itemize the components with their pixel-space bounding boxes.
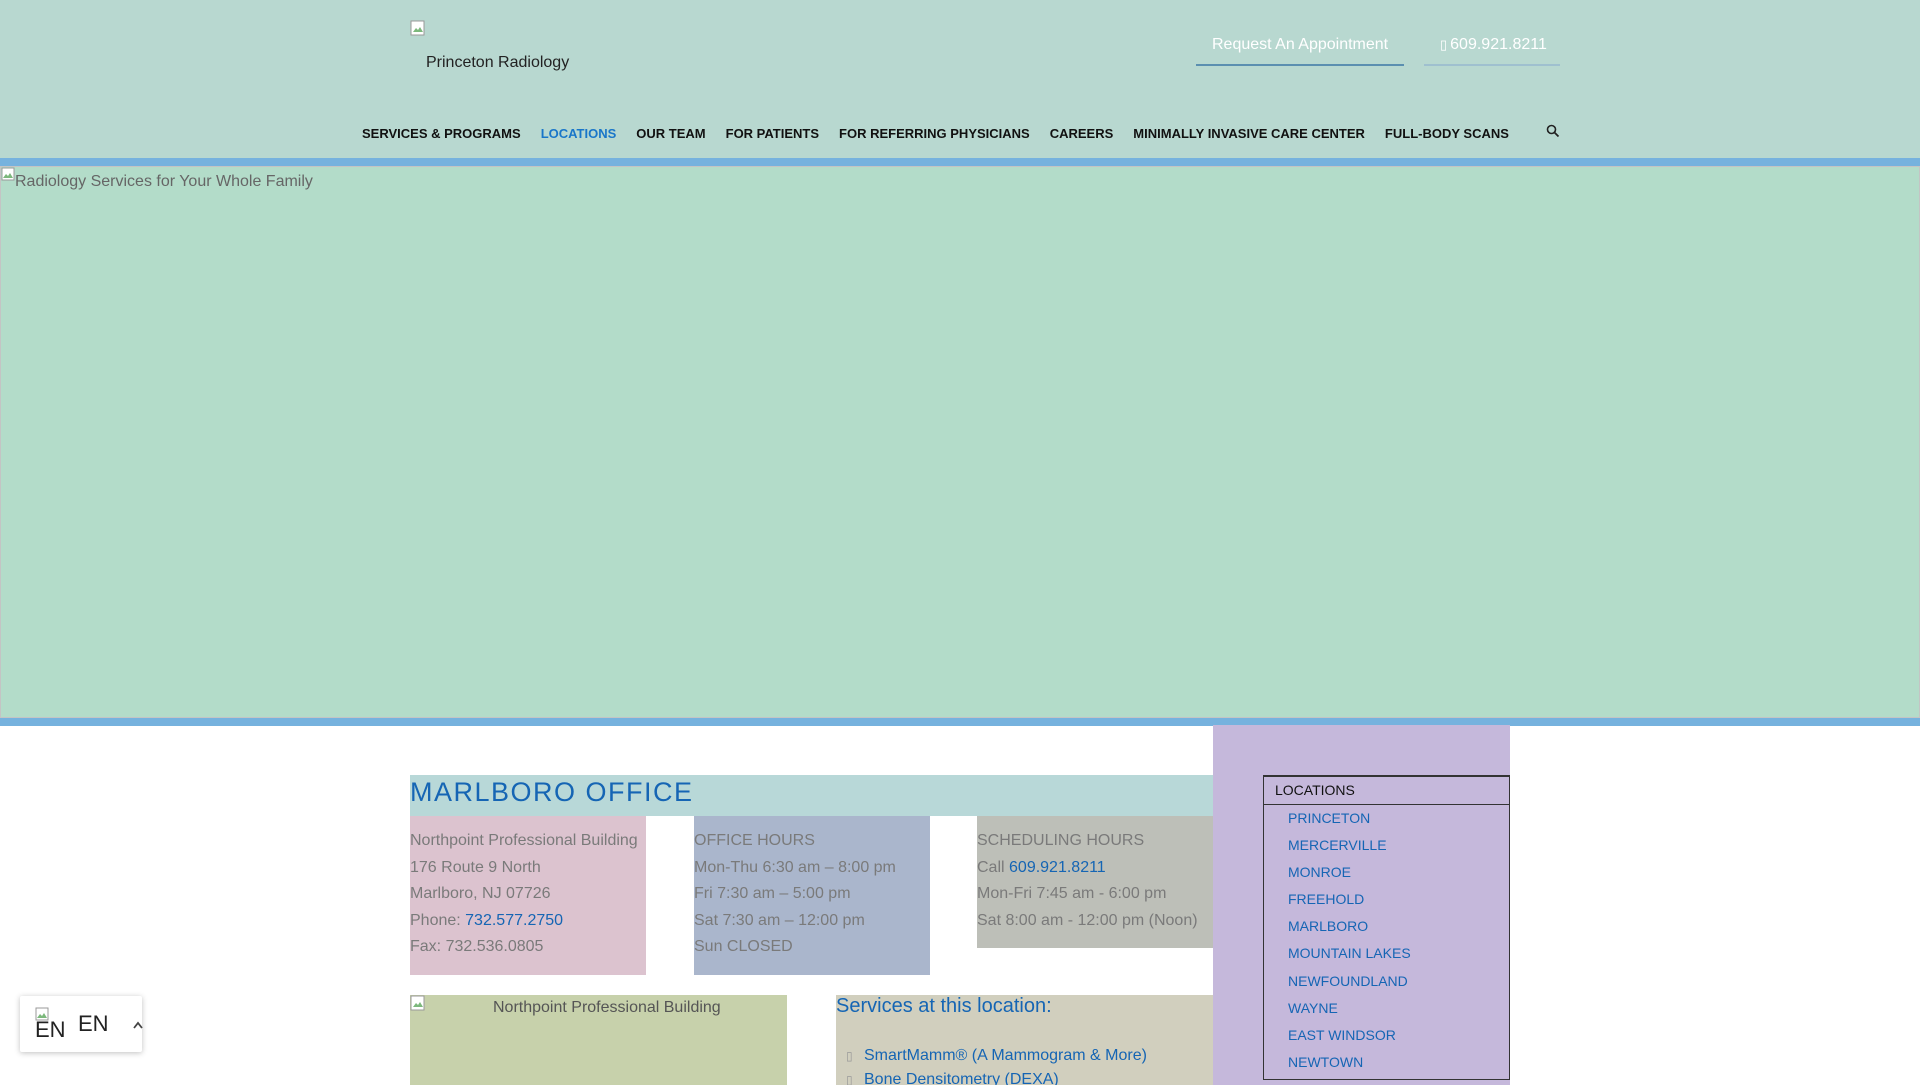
office-hours-title: OFFICE HOURS [694,832,815,849]
nav-full-body-scans[interactable]: FULL-BODY SCANS [1385,126,1509,141]
flag-alt-text: EN [35,1017,66,1042]
nav-minimally-invasive-care-center[interactable]: MINIMALLY INVASIVE CARE CENTER [1133,126,1365,141]
nav-locations[interactable]: LOCATIONS [541,126,617,141]
office-phone-link[interactable]: 732.577.2750 [465,912,563,929]
hero-top-bar [0,158,1920,166]
street-address: 176 Route 9 North [410,858,541,876]
office-hours-line: Fri 7:30 am – 5:00 pm [694,885,851,902]
service-link-bone-densitometry[interactable]: ▯ Bone Densitometry (DEXA) [846,1071,1059,1085]
language-code: EN [78,1011,109,1036]
broken-image-icon [410,20,425,36]
logo-alt-text: Princeton Radiology [426,54,570,71]
broken-image-icon [410,995,425,1011]
building-name: Northpoint Professional Building [410,832,638,849]
locations-panel-header: LOCATIONS [1264,777,1509,805]
services-section: Services at this location: ▯ SmartMamm® (… [836,995,1213,1085]
address-block: Northpoint Professional Building 176 Rou… [410,816,646,975]
hero-bottom-bar [0,718,1920,726]
nav-careers[interactable]: CAREERS [1050,126,1114,141]
sidebar-location-mountain-lakes[interactable]: MOUNTAIN LAKES [1288,940,1509,967]
service-link-smartmamm[interactable]: ▯ SmartMamm® (A Mammogram & More) [846,1047,1147,1065]
header-phone-link[interactable]: ▯ 609.921.8211 [1424,30,1560,66]
site-header: Princeton Radiology Request An Appointme… [0,0,1920,158]
services-heading: Services at this location: [836,995,1052,1017]
service-label: SmartMamm® (A Mammogram & More) [864,1047,1147,1064]
nav-for-referring-physicians[interactable]: FOR REFERRING PHYSICIANS [839,126,1030,141]
service-label: Bone Densitometry (DEXA) [864,1071,1059,1085]
page-title: MARLBORO OFFICE [410,775,1213,816]
search-icon[interactable] [1546,124,1560,138]
site-logo[interactable]: Princeton Radiology [410,20,590,80]
sidebar-location-mercerville[interactable]: MERCERVILLE [1288,832,1509,859]
sidebar-location-newfoundland[interactable]: NEWFOUNDLAND [1288,968,1509,995]
sidebar-location-wayne[interactable]: WAYNE [1288,995,1509,1022]
sidebar-location-east-windsor[interactable]: EAST WINDSOR [1288,1022,1509,1049]
phone-icon: ▯ [1440,37,1448,52]
language-switcher[interactable]: EN EN [20,996,143,1052]
sidebar-location-marlboro[interactable]: MARLBORO [1288,913,1509,940]
scheduling-phone-link[interactable]: 609.921.8211 [1009,859,1106,876]
hero-alt-text: Radiology Services for Your Whole Family [15,173,313,190]
chevron-up-icon [133,1021,143,1029]
locations-panel: LOCATIONS PRINCETON MERCERVILLE MONROE F… [1263,775,1510,1080]
building-image-alt: Northpoint Professional Building [493,999,721,1016]
building-image: Northpoint Professional Building [410,995,787,1085]
office-hours-line: Sun CLOSED [694,938,793,955]
broken-image-icon [1,167,15,181]
sidebar-location-princeton[interactable]: PRINCETON [1288,805,1509,832]
office-hours-line: Mon-Thu 6:30 am – 8:00 pm [694,858,896,876]
hero-banner: Radiology Services for Your Whole Family [0,166,1920,718]
nav-services-programs[interactable]: SERVICES & PROGRAMS [362,126,521,141]
sidebar-location-monroe[interactable]: MONROE [1288,859,1509,886]
locations-list: PRINCETON MERCERVILLE MONROE FREEHOLD MA… [1264,805,1509,1076]
phone-label: Phone: [410,911,466,929]
office-hours-block: OFFICE HOURS Mon-Thu 6:30 am – 8:00 pm F… [694,816,930,975]
nav-for-patients[interactable]: FOR PATIENTS [726,126,819,141]
request-appointment-button[interactable]: Request An Appointment [1196,30,1404,66]
scheduling-hours-line: Sat 8:00 am - 12:00 pm (Noon) [977,911,1198,929]
nav-our-team[interactable]: OUR TEAM [636,126,705,141]
main-nav: SERVICES & PROGRAMS LOCATIONS OUR TEAM F… [362,122,1529,144]
fax-line: Fax: 732.536.0805 [410,938,544,955]
scheduling-hours-title: SCHEDULING HOURS [977,832,1145,849]
list-bullet-icon: ▯ [846,1073,853,1085]
office-hours-line: Sat 7:30 am – 12:00 pm [694,911,865,929]
list-bullet-icon: ▯ [846,1049,853,1063]
city-state-zip: Marlboro, NJ 07726 [410,885,551,902]
scheduling-call-line: Call 609.921.8211 [977,855,1213,882]
scheduling-hours-line: Mon-Fri 7:45 am - 6:00 pm [977,885,1167,902]
sidebar-location-newtown[interactable]: NEWTOWN [1288,1049,1509,1076]
header-phone-number: 609.921.8211 [1450,36,1547,53]
call-label: Call [977,858,1010,876]
sidebar-location-freehold[interactable]: FREEHOLD [1288,886,1509,913]
scheduling-hours-block: SCHEDULING HOURS Call 609.921.8211 Mon-F… [977,816,1213,948]
phone-line: Phone: 732.577.2750 [410,908,646,935]
language-flag-icon: EN [35,1007,66,1042]
